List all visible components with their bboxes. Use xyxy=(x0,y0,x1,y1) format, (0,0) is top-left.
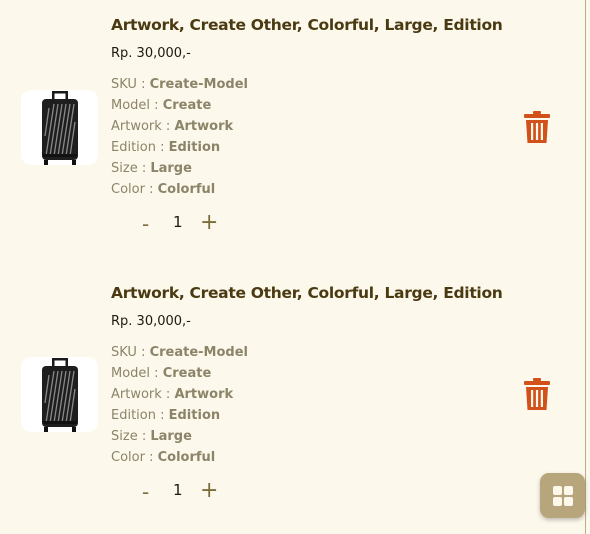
product-attributes: SKU : Create-Model Model : Create Artwor… xyxy=(111,342,248,468)
attr-label: SKU : xyxy=(111,345,150,360)
attr-label: Model : xyxy=(111,366,163,381)
quantity-increase-button[interactable]: + xyxy=(200,210,218,235)
quantity-decrease-button[interactable]: - xyxy=(142,212,149,236)
attr-value: Create xyxy=(162,98,212,113)
attr-color: Color : Colorful xyxy=(111,447,248,468)
attr-value: Edition xyxy=(168,140,221,155)
product-title[interactable]: Artwork, Create Other, Colorful, Large, … xyxy=(111,16,503,34)
trash-icon[interactable] xyxy=(524,378,550,410)
quantity-decrease-button[interactable]: - xyxy=(142,480,149,504)
attr-model: Model : Create xyxy=(111,95,248,116)
attr-value: Large xyxy=(150,429,192,444)
attr-sku: SKU : Create-Model xyxy=(111,342,248,363)
quantity-value: 1 xyxy=(173,481,183,499)
attr-value: Large xyxy=(150,161,192,176)
quantity-value: 1 xyxy=(173,213,183,231)
cart-item: Artwork, Create Other, Colorful, Large, … xyxy=(0,0,585,250)
attr-value: Artwork xyxy=(174,387,234,402)
attr-value: Create xyxy=(162,366,212,381)
attr-label: Edition : xyxy=(111,140,169,155)
product-image[interactable] xyxy=(21,90,98,165)
attr-color: Color : Colorful xyxy=(111,179,248,200)
attr-value: Create-Model xyxy=(149,77,249,92)
suitcase-icon xyxy=(41,357,78,432)
attr-label: Artwork : xyxy=(111,119,175,134)
menu-fab-button[interactable] xyxy=(540,473,585,518)
attr-label: Model : xyxy=(111,98,163,113)
product-attributes: SKU : Create-Model Model : Create Artwor… xyxy=(111,74,248,200)
cart-page: Artwork, Create Other, Colorful, Large, … xyxy=(0,0,590,534)
attr-label: Size : xyxy=(111,161,151,176)
attr-size: Size : Large xyxy=(111,158,248,179)
attr-artwork: Artwork : Artwork xyxy=(111,384,248,405)
attr-value: Colorful xyxy=(157,450,216,465)
quantity-stepper: - 1 + xyxy=(138,210,228,240)
attr-value: Create-Model xyxy=(149,345,249,360)
attr-label: Edition : xyxy=(111,408,169,423)
attr-size: Size : Large xyxy=(111,426,248,447)
suitcase-icon xyxy=(41,90,78,165)
attr-value: Artwork xyxy=(174,119,234,134)
quantity-stepper: - 1 + xyxy=(138,478,228,508)
attr-value: Edition xyxy=(168,408,221,423)
product-image[interactable] xyxy=(21,357,98,432)
product-price: Rp. 30,000,- xyxy=(111,46,191,61)
product-price: Rp. 30,000,- xyxy=(111,314,191,329)
attr-edition: Edition : Edition xyxy=(111,137,248,158)
attr-label: SKU : xyxy=(111,77,150,92)
cart-item: Artwork, Create Other, Colorful, Large, … xyxy=(0,268,585,518)
attr-edition: Edition : Edition xyxy=(111,405,248,426)
attr-model: Model : Create xyxy=(111,363,248,384)
grid-icon xyxy=(552,485,573,506)
attr-label: Artwork : xyxy=(111,387,175,402)
trash-icon[interactable] xyxy=(524,111,550,143)
product-title[interactable]: Artwork, Create Other, Colorful, Large, … xyxy=(111,284,503,302)
attr-value: Colorful xyxy=(157,182,216,197)
quantity-increase-button[interactable]: + xyxy=(200,478,218,503)
attr-label: Color : xyxy=(111,182,158,197)
attr-sku: SKU : Create-Model xyxy=(111,74,248,95)
attr-label: Color : xyxy=(111,450,158,465)
attr-artwork: Artwork : Artwork xyxy=(111,116,248,137)
right-border xyxy=(585,0,586,534)
attr-label: Size : xyxy=(111,429,151,444)
